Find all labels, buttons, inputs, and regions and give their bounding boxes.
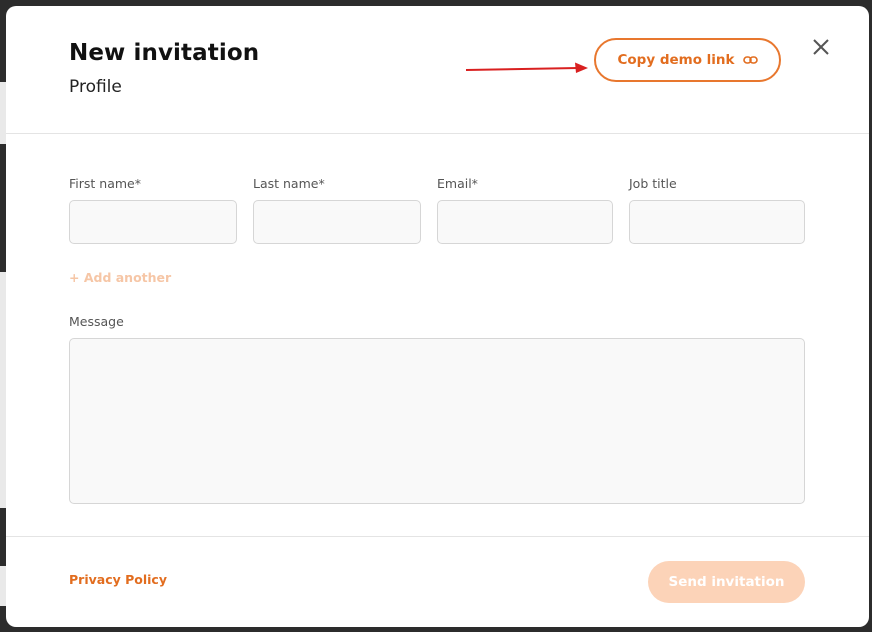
first-name-label: First name* (69, 176, 141, 191)
link-icon (742, 56, 758, 64)
email-label: Email* (437, 176, 478, 191)
copy-demo-link-label: Copy demo link (617, 52, 735, 68)
close-icon (813, 39, 829, 55)
add-another-link[interactable]: + Add another (69, 270, 171, 285)
header-divider (6, 133, 869, 134)
invitation-dialog: New invitation Profile Copy demo link Fi… (6, 6, 869, 627)
job-title-label: Job title (629, 176, 677, 191)
copy-demo-link-button[interactable]: Copy demo link (594, 38, 781, 82)
last-name-label: Last name* (253, 176, 325, 191)
email-input[interactable] (437, 200, 613, 244)
privacy-policy-link[interactable]: Privacy Policy (69, 572, 167, 587)
dialog-title: New invitation (69, 40, 260, 66)
first-name-input[interactable] (69, 200, 237, 244)
message-label: Message (69, 314, 124, 329)
footer-divider (6, 536, 869, 537)
job-title-input[interactable] (629, 200, 805, 244)
send-invitation-button[interactable]: Send invitation (648, 561, 805, 603)
message-textarea[interactable] (69, 338, 805, 504)
arrow-icon (465, 62, 588, 73)
dialog-subtitle: Profile (69, 77, 122, 97)
last-name-input[interactable] (253, 200, 421, 244)
close-button[interactable] (810, 36, 832, 58)
